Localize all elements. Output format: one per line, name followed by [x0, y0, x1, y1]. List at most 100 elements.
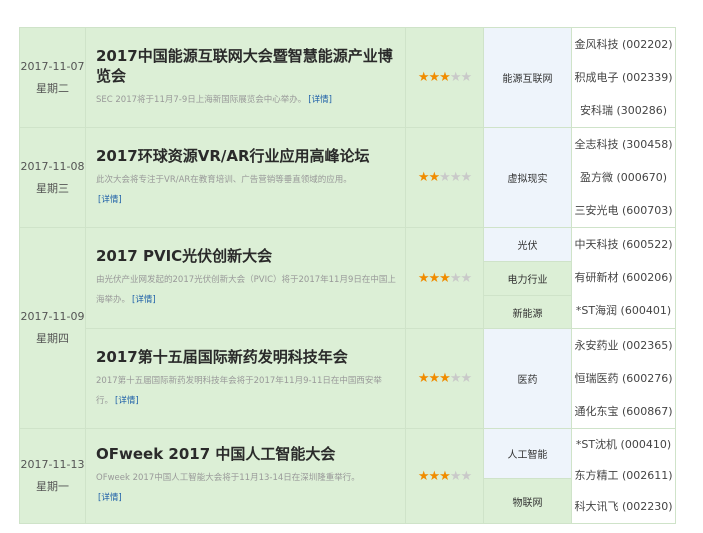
star-icon: ★ — [428, 468, 441, 484]
star-icon: ★ — [439, 170, 451, 185]
star-icon: ★ — [460, 70, 472, 85]
rating: ★★★★★ — [405, 328, 484, 429]
star-icon: ★ — [439, 371, 451, 386]
star-icon: ★ — [460, 170, 472, 185]
event-info: 2017环球资源VR/AR行业应用高峰论坛 此次大会将专注于VR/AR在教育培训… — [85, 127, 406, 228]
details-link[interactable]: [详情] — [98, 493, 122, 503]
date-cell: 2017-11-08 星期三 — [19, 127, 86, 228]
event-title[interactable]: 2017第十五届国际新药发明科技年会 — [96, 347, 397, 367]
star-icon: ★ — [449, 270, 462, 286]
event-title[interactable]: OFweek 2017 中国人工智能大会 — [96, 444, 397, 464]
star-icon: ★ — [428, 270, 441, 286]
star-icon: ★ — [439, 468, 451, 484]
event-row: 2017第十五届国际新药发明科技年会 2017第十五届国际新药发明科技年会将于2… — [20, 328, 676, 429]
event-title[interactable]: 2017环球资源VR/AR行业应用高峰论坛 — [96, 146, 397, 166]
date-cell: 2017-11-07 星期二 — [19, 27, 86, 128]
event-weekday: 星期四 — [36, 332, 69, 345]
event-row: 2017-11-13 星期一 OFweek 2017 中国人工智能大会 OFwe… — [19, 428, 676, 524]
event-weekday: 星期一 — [36, 480, 69, 493]
stock-list: 全志科技 (300458) 盈方微 (000670) 三安光电 (600703) — [571, 127, 676, 228]
star-icon: ★ — [460, 270, 472, 286]
stock-list: 永安药业 (002365) 恒瑞医药 (600276) 通化东宝 (600867… — [571, 328, 676, 429]
star-icon: ★ — [449, 468, 462, 484]
details-link[interactable]: [详情] — [115, 396, 139, 406]
star-icon: ★ — [460, 468, 472, 484]
industry-tag[interactable]: 人工智能 — [484, 429, 571, 478]
stock-link[interactable]: *ST沈机 (000410) — [572, 430, 675, 461]
stock-link[interactable]: 有研新材 (600206) — [572, 262, 675, 295]
event-info: OFweek 2017 中国人工智能大会 OFweek 2017中国人工智能大会… — [85, 428, 406, 524]
rating: ★★★★★ — [405, 227, 484, 329]
event-date: 2017-11-13 — [20, 458, 85, 471]
rating: ★★★★★ — [405, 428, 484, 524]
stock-link[interactable]: 永安药业 (002365) — [572, 329, 675, 362]
event-date: 2017-11-07 — [20, 59, 85, 73]
event-desc: 此次大会将专注于VR/AR在教育培训、广告营销等垂直领域的应用。 [详情] — [96, 170, 397, 210]
star-icon: ★ — [449, 70, 462, 85]
event-row: 2017-11-07 星期二 2017中国能源互联网大会暨智慧能源产业博览会 S… — [19, 27, 676, 128]
event-row: 2017-11-09 星期四 2017 PVIC光伏创新大会 由光伏产业网发起的… — [19, 227, 676, 429]
event-info: 2017 PVIC光伏创新大会 由光伏产业网发起的2017光伏创新大会（PVIC… — [85, 227, 406, 329]
star-icon: ★ — [460, 371, 472, 386]
event-desc: 2017第十五届国际新药发明科技年会将于2017年11月9-11日在中国西安举行… — [96, 371, 397, 411]
event-date: 2017-11-08 — [20, 159, 85, 173]
stock-link[interactable]: 三安光电 (600703) — [572, 194, 675, 227]
event-info: 2017中国能源互联网大会暨智慧能源产业博览会 SEC 2017将于11月7-9… — [85, 27, 406, 128]
date-cell: 2017-11-09 星期四 — [19, 227, 86, 429]
stock-link[interactable]: 金风科技 (002202) — [572, 28, 675, 61]
star-icon: ★ — [417, 70, 430, 85]
star-icon: ★ — [439, 70, 451, 85]
industry-cell: 光伏 电力行业 新能源 — [483, 227, 572, 329]
event-desc: OFweek 2017中国人工智能大会将于11月13-14日在深圳隆重举行。 [详… — [96, 468, 397, 508]
event-weekday: 星期二 — [36, 81, 69, 95]
events-table: 2017-11-07 星期二 2017中国能源互联网大会暨智慧能源产业博览会 S… — [19, 27, 676, 524]
star-icon: ★ — [428, 170, 441, 185]
stock-link[interactable]: 恒瑞医药 (600276) — [572, 362, 675, 395]
details-link[interactable]: [详情] — [308, 95, 332, 105]
industry-tag[interactable]: 物联网 — [484, 478, 571, 523]
industry-tag[interactable]: 电力行业 — [484, 261, 571, 295]
star-icon: ★ — [439, 270, 451, 286]
stock-list: 金风科技 (002202) 积成电子 (002339) 安科瑞 (300286) — [571, 27, 676, 128]
event-desc-text: SEC 2017将于11月7-9日上海新国际展览会中心举办。 — [96, 94, 307, 105]
date-cell: 2017-11-13 星期一 — [19, 428, 86, 524]
details-link[interactable]: [详情] — [132, 295, 156, 305]
details-link[interactable]: [详情] — [98, 195, 122, 205]
stock-link[interactable]: 盈方微 (000670) — [572, 161, 675, 194]
event-desc-text: OFweek 2017中国人工智能大会将于11月13-14日在深圳隆重举行。 — [96, 473, 360, 483]
star-icon: ★ — [428, 371, 441, 386]
event-weekday: 星期三 — [36, 181, 69, 195]
industry-tag[interactable]: 能源互联网 — [483, 27, 572, 128]
star-icon: ★ — [417, 468, 430, 484]
industry-tag[interactable]: 新能源 — [484, 295, 571, 328]
stock-link[interactable]: 积成电子 (002339) — [572, 61, 675, 94]
stock-list: *ST沈机 (000410) 东方精工 (002611) 科大讯飞 (00223… — [571, 428, 676, 524]
stock-link[interactable]: 中天科技 (600522) — [572, 229, 675, 262]
event-desc: 由光伏产业网发起的2017光伏创新大会（PVIC）将于2017年11月9日在中国… — [96, 270, 397, 310]
event-date: 2017-11-09 — [20, 310, 85, 323]
stock-link[interactable]: 全志科技 (300458) — [572, 128, 675, 161]
star-icon: ★ — [417, 270, 430, 286]
star-icon: ★ — [449, 170, 462, 185]
event-desc: SEC 2017将于11月7-9日上海新国际展览会中心举办。 [详情] — [96, 90, 397, 110]
stock-link[interactable]: *ST海润 (600401) — [572, 295, 675, 328]
rating: ★★★★★ — [405, 27, 484, 128]
event-row: 2017-11-08 星期三 2017环球资源VR/AR行业应用高峰论坛 此次大… — [19, 127, 676, 228]
stock-list: 中天科技 (600522) 有研新材 (600206) *ST海润 (60040… — [571, 227, 676, 329]
rating: ★★★★★ — [405, 127, 484, 228]
industry-tag[interactable]: 虚拟现实 — [483, 127, 572, 228]
stock-link[interactable]: 安科瑞 (300286) — [572, 94, 675, 127]
industry-tag[interactable]: 光伏 — [484, 228, 571, 261]
stock-link[interactable]: 科大讯飞 (002230) — [572, 492, 675, 523]
event-desc-text: 此次大会将专注于VR/AR在教育培训、广告营销等垂直领域的应用。 — [96, 174, 352, 185]
event-title[interactable]: 2017中国能源互联网大会暨智慧能源产业博览会 — [96, 46, 397, 86]
industry-tag[interactable]: 医药 — [483, 328, 572, 429]
star-icon: ★ — [449, 371, 462, 386]
stock-link[interactable]: 通化东宝 (600867) — [572, 395, 675, 428]
stock-link[interactable]: 东方精工 (002611) — [572, 461, 675, 492]
event-title[interactable]: 2017 PVIC光伏创新大会 — [96, 246, 397, 266]
industry-cell: 人工智能 物联网 — [483, 428, 572, 524]
star-icon: ★ — [417, 371, 430, 386]
star-icon: ★ — [428, 70, 441, 85]
star-icon: ★ — [417, 170, 430, 185]
